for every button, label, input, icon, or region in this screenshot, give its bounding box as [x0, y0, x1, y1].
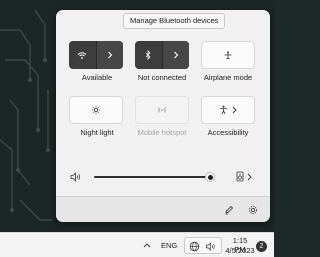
clock-date[interactable]: 4/5/2023 [222, 246, 258, 255]
network-volume-tray-button[interactable] [184, 237, 222, 254]
taskbar: ENG 1:15 PM 4/5/2023 2 [0, 232, 274, 257]
mobile-hotspot-tile[interactable] [135, 96, 189, 124]
accessibility-icon [220, 105, 227, 115]
audio-output-button[interactable] [236, 171, 252, 182]
bluetooth-tile[interactable] [135, 41, 189, 69]
quick-settings-panel: Available Not connected Airplane mode Ni… [56, 10, 270, 222]
volume-slider-thumb[interactable] [205, 172, 215, 182]
quick-settings-footer [56, 196, 270, 222]
notification-badge[interactable]: 2 [256, 241, 267, 252]
volume-control [68, 170, 260, 184]
wifi-chevron-button[interactable] [96, 41, 123, 69]
bluetooth-label: Not connected [137, 73, 187, 82]
audio-output-icon [236, 171, 244, 182]
bluetooth-tooltip: Manage Bluetooth devices [123, 13, 226, 29]
wifi-icon [77, 51, 87, 59]
night-light-icon [92, 106, 100, 114]
pencil-icon[interactable] [224, 205, 234, 215]
chevron-right-icon [173, 51, 179, 59]
wifi-toggle[interactable] [69, 41, 97, 69]
chevron-right-icon [232, 106, 237, 114]
airplane-mode-tile[interactable] [201, 41, 255, 69]
hotspot-icon [157, 106, 167, 114]
volume-track[interactable] [94, 176, 210, 178]
wifi-tile[interactable] [69, 41, 123, 69]
night-light-label: Night light [80, 128, 114, 137]
gear-icon[interactable] [248, 205, 258, 215]
chevron-up-icon[interactable] [143, 242, 151, 248]
bluetooth-chevron-button[interactable] [162, 41, 189, 69]
wifi-label: Available [81, 73, 113, 82]
night-light-tile[interactable] [69, 96, 123, 124]
globe-network-icon [189, 241, 200, 252]
chevron-right-icon [107, 51, 113, 59]
chevron-right-icon [247, 173, 252, 180]
bluetooth-icon [145, 50, 151, 60]
airplane-icon [224, 51, 232, 59]
accessibility-tile[interactable] [201, 96, 255, 124]
accessibility-label: Accessibility [207, 128, 249, 137]
speaker-icon [206, 242, 215, 251]
language-indicator[interactable]: ENG [161, 241, 177, 250]
bluetooth-toggle[interactable] [135, 41, 163, 69]
mobile-hotspot-label: Mobile hotspot [137, 128, 187, 137]
speaker-icon[interactable] [70, 172, 82, 182]
airplane-mode-label: Airplane mode [203, 73, 253, 82]
